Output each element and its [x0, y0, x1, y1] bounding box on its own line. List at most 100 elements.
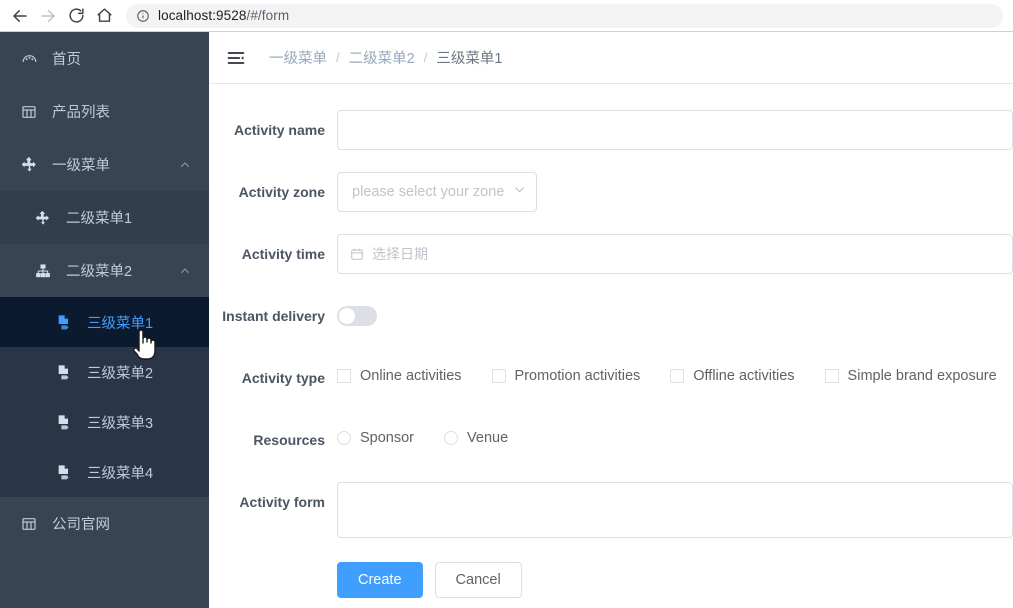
reload-icon — [68, 7, 85, 24]
radio-label: Venue — [467, 430, 509, 446]
sidebar-item-label: 二级菜单2 — [66, 264, 133, 280]
sidebar-item-label: 一级菜单 — [52, 158, 110, 174]
activity-time-label: Activity time — [241, 246, 325, 262]
activity-time-placeholder: 选择日期 — [372, 246, 428, 262]
activity-name-input[interactable] — [337, 110, 1013, 150]
activity-form-label: Activity form — [239, 494, 325, 510]
checkbox-box[interactable] — [824, 369, 839, 383]
sidebar-item-label: 二级菜单1 — [66, 211, 133, 227]
form-row-activity-form: Activity form — [209, 482, 1013, 538]
sidebar-item-label: 三级菜单1 — [87, 315, 154, 332]
breadcrumb-item-1[interactable]: 一级菜单 — [269, 47, 327, 68]
back-button[interactable] — [6, 2, 34, 30]
checkbox-offline-activities[interactable]: Offline activities — [670, 368, 795, 384]
sidebar-item-label: 三级菜单2 — [87, 365, 154, 382]
navbar: 一级菜单 / 二级菜单2 / 三级菜单1 — [209, 32, 1013, 84]
activity-name-control — [337, 110, 1013, 150]
table-icon — [20, 103, 38, 121]
form-row-resources: Resources Sponsor Venue — [209, 420, 1013, 460]
activity-type-control: Online activities Promotion activities O… — [337, 358, 1013, 384]
form-row-instant-delivery: Instant delivery — [209, 296, 1013, 336]
forward-button[interactable] — [34, 2, 62, 30]
document-icon — [55, 363, 73, 381]
checkbox-simple-brand-exposure[interactable]: Simple brand exposure — [824, 368, 997, 384]
chevron-up-icon — [179, 265, 191, 277]
button-row: Create Cancel — [337, 560, 1013, 598]
form-row-activity-name: Activity name — [209, 110, 1013, 150]
checkbox-label: Promotion activities — [514, 368, 641, 384]
url-text: localhost:9528/#/form — [158, 8, 289, 23]
sidebar-submenu-level2: 二级菜单1 二级菜单2 三级菜单1 三级菜单2 三级菜单3 三级菜单4 — [0, 191, 209, 497]
checkbox-box[interactable] — [670, 369, 685, 383]
home-button[interactable] — [90, 2, 118, 30]
arrow-right-icon — [39, 7, 57, 25]
sidebar-item-level3-menu-3[interactable]: 三级菜单3 — [0, 397, 209, 447]
checkbox-box[interactable] — [491, 369, 506, 383]
create-button[interactable]: Create — [337, 562, 423, 598]
sidebar-item-level2-menu-2[interactable]: 二级菜单2 — [0, 244, 209, 297]
main-content: 一级菜单 / 二级菜单2 / 三级菜单1 Activity name Activ… — [209, 32, 1013, 608]
radio-circle[interactable] — [444, 431, 459, 445]
sidebar-item-level3-menu-4[interactable]: 三级菜单4 — [0, 447, 209, 497]
resources-radio-group: Sponsor Venue — [337, 420, 1013, 446]
sidebar-item-label: 首页 — [52, 52, 81, 68]
sidebar-item-level3-menu-1[interactable]: 三级菜单1 — [0, 297, 209, 347]
toggle-knob — [339, 308, 355, 324]
chevron-down-icon — [513, 183, 526, 201]
resources-label: Resources — [253, 432, 325, 448]
sidebar-item-level3-menu-2[interactable]: 三级菜单2 — [0, 347, 209, 397]
reload-button[interactable] — [62, 2, 90, 30]
tree-icon — [34, 262, 52, 280]
radio-circle[interactable] — [337, 431, 351, 445]
url-path: /#/form — [246, 8, 290, 23]
checkbox-label: Online activities — [360, 368, 462, 384]
instant-delivery-label: Instant delivery — [222, 308, 325, 324]
sidebar-item-dashboard[interactable]: 首页 — [0, 32, 209, 85]
radio-label: Sponsor — [360, 430, 415, 446]
sidebar-submenu-level3: 三级菜单1 三级菜单2 三级菜单3 三级菜单4 — [0, 297, 209, 497]
home-icon — [96, 7, 113, 24]
breadcrumb: 一级菜单 / 二级菜单2 / 三级菜单1 — [269, 47, 502, 68]
breadcrumb-item-3: 三级菜单1 — [436, 51, 503, 67]
document-icon — [55, 463, 73, 481]
radio-venue[interactable]: Venue — [444, 430, 508, 446]
info-circle-icon[interactable] — [136, 9, 150, 23]
dashboard-icon — [20, 50, 38, 68]
actions-control: Create Cancel — [337, 560, 1013, 598]
sidebar-item-label: 产品列表 — [52, 105, 110, 121]
sidebar-item-product-list[interactable]: 产品列表 — [0, 85, 209, 138]
radio-sponsor[interactable]: Sponsor — [337, 430, 414, 446]
checkbox-label: Simple brand exposure — [847, 368, 997, 384]
resources-control: Sponsor Venue — [337, 420, 1013, 446]
checkbox-box[interactable] — [337, 369, 351, 383]
form-row-activity-time: Activity time 选择日期 — [209, 234, 1013, 274]
table-icon — [20, 515, 38, 533]
breadcrumb-item-2[interactable]: 二级菜单2 — [349, 47, 415, 68]
activity-type-label: Activity type — [241, 370, 325, 386]
sidebar-item-level2-menu-1[interactable]: 二级菜单1 — [0, 191, 209, 244]
form-row-actions: Create Cancel — [209, 560, 1013, 598]
cancel-button[interactable]: Cancel — [434, 562, 522, 598]
instant-delivery-control — [337, 296, 1013, 326]
activity-zone-control: please select your zone — [337, 172, 1013, 212]
hamburger-collapse-icon[interactable] — [225, 47, 247, 69]
breadcrumb-separator: / — [423, 50, 428, 65]
instant-delivery-toggle[interactable] — [337, 306, 377, 326]
activity-form: Activity name Activity zone please selec… — [209, 84, 1013, 598]
browser-toolbar: localhost:9528/#/form — [0, 0, 1013, 32]
activity-name-label: Activity name — [233, 122, 325, 138]
app-shell: 首页 产品列表 一级菜单 二级菜单1 二级菜单2 三级菜单1 三级菜单2 三级菜… — [0, 32, 1013, 608]
activity-form-textarea[interactable] — [337, 482, 1013, 538]
activity-zone-select[interactable]: please select your zone — [337, 172, 537, 212]
address-bar[interactable]: localhost:9528/#/form — [126, 3, 1003, 28]
checkbox-online-activities[interactable]: Online activities — [337, 368, 462, 384]
sidebar-item-company-website[interactable]: 公司官网 — [0, 497, 209, 550]
component-icon — [34, 209, 52, 227]
activity-time-datepicker[interactable]: 选择日期 — [337, 234, 1013, 274]
component-icon — [20, 156, 38, 174]
activity-zone-placeholder: please select your zone — [352, 184, 505, 200]
checkbox-promotion-activities[interactable]: Promotion activities — [491, 368, 641, 384]
form-row-activity-zone: Activity zone please select your zone — [209, 172, 1013, 212]
activity-type-checkbox-group: Online activities Promotion activities O… — [337, 358, 1013, 384]
sidebar-item-level1-menu[interactable]: 一级菜单 — [0, 138, 209, 191]
